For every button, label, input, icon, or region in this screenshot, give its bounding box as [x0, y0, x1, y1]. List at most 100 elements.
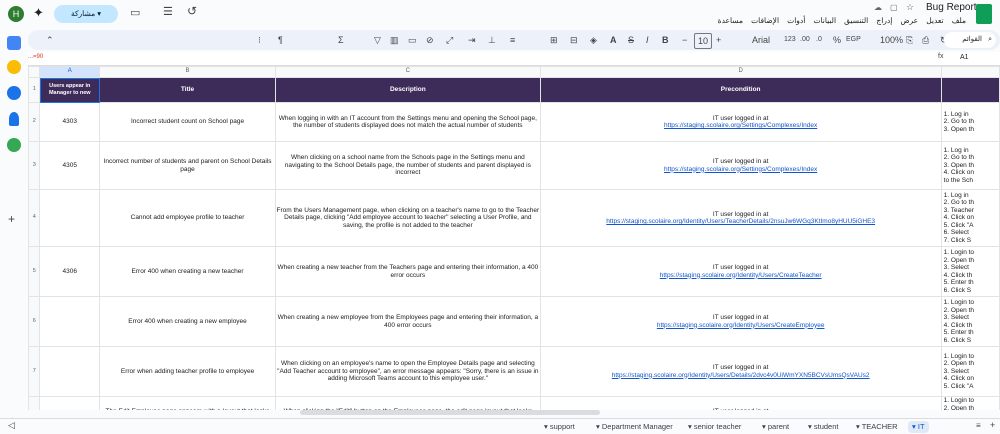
fill-color-icon[interactable]: ◈ — [590, 33, 597, 47]
precondition-cell[interactable]: IT user logged in athttps://staging.scol… — [539, 141, 942, 190]
meet-icon[interactable]: ▭ — [130, 6, 140, 19]
title-cell[interactable]: Incorrect student count on School page — [99, 102, 277, 142]
description-cell[interactable]: When clicking the "Edit" button on the E… — [275, 396, 541, 410]
description-cell[interactable]: When creating a new teacher from the Tea… — [275, 246, 541, 297]
link-icon[interactable]: ⊘ — [426, 33, 434, 47]
avatar[interactable]: H — [8, 6, 24, 22]
doc-title[interactable]: Bug Report — [926, 2, 977, 13]
steps-cell[interactable]: 1. Log in 2. Go to th 3. Teacher 4. Click o… — [940, 189, 1000, 247]
add-sheet-icon[interactable]: + — [990, 420, 995, 430]
menu-help[interactable]: مساعدة — [718, 16, 743, 25]
menu-insert[interactable]: إدراج — [876, 16, 892, 25]
italic-icon[interactable]: I — [646, 33, 649, 47]
menu-view[interactable]: عرض — [900, 16, 918, 25]
column-header-b[interactable]: B — [99, 66, 277, 78]
cell-reference[interactable]: A1 — [960, 54, 969, 61]
header-steps[interactable] — [940, 77, 1000, 103]
title-cell[interactable]: Error 400 when creating a new employee — [99, 296, 277, 347]
wrap-icon[interactable]: ⇥ — [468, 33, 476, 47]
font-size-plus[interactable]: + — [716, 33, 721, 47]
id-cell[interactable]: 4305 — [39, 141, 101, 190]
borders-icon[interactable]: ⊟ — [570, 33, 578, 47]
column-header-c[interactable]: C — [275, 66, 541, 78]
column-header-d[interactable]: D — [539, 66, 942, 78]
print-icon[interactable]: ⎙ — [922, 33, 929, 47]
sheet-tab-support[interactable]: ▾ support — [544, 421, 575, 433]
gemini-icon[interactable]: ✦ — [33, 5, 44, 21]
precondition-cell[interactable]: IT user logged in athttps://staging.scol… — [539, 296, 942, 347]
filter-icon[interactable]: ▽ — [374, 33, 381, 47]
steps-cell[interactable]: 1. Log in 2. Go to th 3. Open th — [940, 102, 1000, 142]
move-icon[interactable]: ▢ — [890, 3, 898, 12]
id-cell[interactable]: 4303 — [39, 102, 101, 142]
calendar-icon[interactable] — [7, 36, 21, 50]
steps-cell[interactable]: 1. Log in 2. Go to th 3. Open th 4. Click o… — [940, 141, 1000, 190]
precondition-link[interactable]: https://staging.scolaire.org/Identity/Us… — [657, 322, 825, 329]
column-header-e[interactable] — [940, 66, 1000, 78]
row-number[interactable]: 2 — [28, 102, 41, 142]
halign-icon[interactable]: ≡ — [510, 33, 515, 47]
sheet-tab-department-manager[interactable]: ▾ Department Manager — [596, 421, 673, 433]
share-button[interactable]: مشاركة ▾ — [54, 5, 118, 23]
header-precondition[interactable]: Precondition — [539, 77, 942, 103]
row-number[interactable]: 6 — [28, 296, 41, 347]
title-cell[interactable]: Incorrect number of students and parent … — [99, 141, 277, 190]
sheet-tab-teacher[interactable]: ▾ TEACHER — [856, 421, 898, 433]
chart-icon[interactable]: ▥ — [390, 33, 399, 47]
row-number[interactable]: 7 — [28, 346, 41, 397]
collapse-toolbar-icon[interactable]: ⌃ — [46, 33, 54, 47]
corner-cell[interactable] — [28, 66, 41, 78]
id-cell[interactable] — [39, 189, 101, 247]
precondition-cell[interactable]: IT user logged in athttps://staging.scol… — [539, 396, 942, 410]
description-cell[interactable]: When logging in with an IT account from … — [275, 102, 541, 142]
comment-icon[interactable]: ☰ — [163, 5, 173, 18]
menu-extensions[interactable]: الإضافات — [751, 16, 779, 25]
steps-cell[interactable]: 1. Login to 2. Open th 3. Select 4. Click t… — [940, 246, 1000, 297]
precondition-link[interactable]: https://staging.scolaire.org/Identity/Us… — [660, 272, 822, 279]
menu-format[interactable]: التنسيق — [844, 16, 868, 25]
explore-icon[interactable]: ◁ — [8, 420, 15, 431]
precondition-link[interactable]: https://staging.scolaire.org/Identity/Us… — [606, 218, 875, 225]
bold-icon[interactable]: B — [662, 33, 669, 47]
percent-button[interactable]: % — [833, 33, 841, 47]
menu-tools[interactable]: أدوات — [787, 16, 805, 25]
font-select[interactable]: Arial — [752, 33, 770, 47]
sheet-tab-senior-teacher[interactable]: ▾ senior teacher — [688, 421, 741, 433]
add-addon-icon[interactable]: + — [8, 212, 15, 226]
precondition-link[interactable]: https://staging.scolaire.org/Identity/Us… — [612, 372, 870, 379]
valign-icon[interactable]: ⊥ — [488, 33, 496, 47]
comment-add-icon[interactable]: ▭ — [408, 33, 417, 47]
description-cell[interactable]: When clicking on an employee's name to o… — [275, 346, 541, 397]
precondition-link[interactable]: https://staging.scolaire.org/Settings/Co… — [664, 122, 817, 129]
id-cell[interactable] — [39, 296, 101, 347]
strikethrough-icon[interactable]: S — [628, 33, 634, 47]
description-cell[interactable]: When creating a new employee from the Em… — [275, 296, 541, 347]
steps-cell[interactable]: 1. Login to 2. Open th 3. Select 4. Click t… — [940, 296, 1000, 347]
steps-cell[interactable]: 1. Login to2. Open th3. Select4. Click o… — [940, 396, 1000, 410]
number-format-button[interactable]: 123 — [784, 33, 796, 47]
merge-icon[interactable]: ⊞ — [550, 33, 558, 47]
header-cell-a[interactable]: Users appear in Manager to new — [39, 77, 101, 103]
rotate-text-icon[interactable]: ⤢ — [446, 33, 453, 47]
description-cell[interactable]: When clicking on a school name from the … — [275, 141, 541, 190]
precondition-cell[interactable]: IT user logged in athttps://staging.scol… — [539, 246, 942, 297]
menu-edit[interactable]: تعديل — [926, 16, 943, 25]
title-cell[interactable]: Cannot add employee profile to teacher — [99, 189, 277, 247]
title-cell[interactable]: The Edit Employee page appears with a la… — [99, 396, 277, 410]
maps-icon[interactable] — [7, 138, 21, 152]
precondition-link[interactable]: https://staging.scolaire.org/Settings/Co… — [664, 166, 817, 173]
row-number[interactable]: 5 — [28, 246, 41, 297]
decimal-decrease-icon[interactable]: .0 — [816, 33, 822, 47]
history-icon[interactable]: ↺ — [187, 4, 197, 18]
title-cell[interactable]: Error when adding teacher profile to emp… — [99, 346, 277, 397]
more-formats-icon[interactable]: ⁝ — [258, 33, 261, 47]
title-cell[interactable]: Error 400 when creating a new teacher — [99, 246, 277, 297]
description-cell[interactable]: From the Users Management page, when cli… — [275, 189, 541, 247]
function-icon[interactable]: Σ — [338, 33, 344, 47]
formula-value[interactable]: ...=90 — [28, 54, 43, 60]
currency-button[interactable]: EGP — [846, 33, 861, 47]
column-header-a[interactable]: A — [39, 66, 101, 78]
zoom-select[interactable]: 100% — [880, 33, 903, 47]
menu-search[interactable]: القوائم ⌕ — [944, 32, 996, 48]
star-icon[interactable]: ☆ — [906, 2, 914, 13]
